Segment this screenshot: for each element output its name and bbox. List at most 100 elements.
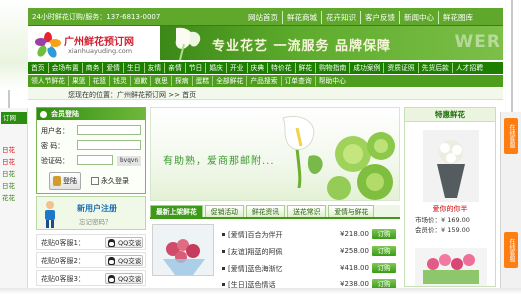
secondary-nav-item[interactable]: 全部鲜花 <box>213 76 248 86</box>
service-label: 花贴0客服2： <box>41 257 85 265</box>
captcha-input[interactable] <box>77 155 113 165</box>
primary-nav-item[interactable]: 首页 <box>28 63 49 73</box>
bullet-icon <box>40 111 47 118</box>
left-panel-link[interactable]: 日花 <box>2 156 15 166</box>
secondary-nav-item[interactable]: 钱灵 <box>110 76 131 86</box>
primary-nav-item[interactable]: 节日 <box>186 63 207 73</box>
qq-chat-button[interactable]: QQ交谈 <box>105 237 143 248</box>
secondary-nav-item[interactable]: 帮助中心 <box>316 76 349 86</box>
login-button[interactable]: 登陆 <box>49 172 81 190</box>
password-input[interactable] <box>77 140 141 150</box>
product-name[interactable]: [友谊]翔蓝的阿佩 <box>228 247 282 257</box>
secondary-nav-item[interactable]: 领人节鲜花 <box>28 76 69 86</box>
promo-banner[interactable]: 有助熟，爱商那邮附... <box>150 107 400 201</box>
logo-domain: xianhuayuding.com <box>68 47 133 55</box>
remember-me[interactable]: 永久登录 <box>91 176 129 186</box>
top-link-mall[interactable]: 鲜花商城 <box>282 11 321 24</box>
primary-nav-item[interactable]: 友情 <box>145 63 166 73</box>
primary-nav-item[interactable]: 亲情 <box>165 63 186 73</box>
captcha-label: 验证码： <box>41 157 69 165</box>
tab-new-arrivals[interactable]: 最新上架鲜花 <box>150 205 203 217</box>
tab-love-flowers[interactable]: 爱情与鲜花 <box>328 205 375 217</box>
online-service-tab[interactable]: 在线客服 <box>504 232 518 268</box>
left-panel-link[interactable]: 日花 <box>2 168 15 178</box>
product-name[interactable]: [爱情]百合为伴开 <box>228 230 282 240</box>
secondary-nav-item[interactable]: 果篮 <box>69 76 90 86</box>
primary-nav-item[interactable]: 商务 <box>83 63 104 73</box>
site-logo[interactable]: 广州鲜花预订网 xianhuayuding.com <box>34 31 154 59</box>
left-panel-link[interactable]: 日花 <box>2 144 15 154</box>
primary-nav-item[interactable]: 购物指南 <box>316 63 351 73</box>
top-link-gallery[interactable]: 鲜花图库 <box>438 11 477 24</box>
forgot-password-link[interactable]: 忘记密码？ <box>79 216 112 226</box>
primary-nav-item[interactable]: 鲜花 <box>296 63 317 73</box>
primary-nav-item[interactable]: 生日 <box>124 63 145 73</box>
qq-icon <box>108 257 115 265</box>
register-link[interactable]: 新用户注册 <box>77 203 117 214</box>
primary-nav: 首页 会场布置 商务 爱情 生日 友情 亲情 节日 婚庆 开业 庆典 特价花 鲜花 购物指南 成功案例 资质证… <box>28 62 503 74</box>
recommended-product-image[interactable] <box>415 248 487 286</box>
secondary-nav-item[interactable]: 道歉 <box>131 76 152 86</box>
remember-checkbox[interactable] <box>91 177 99 185</box>
order-button[interactable]: 订购 <box>372 246 396 256</box>
top-link-knowledge[interactable]: 花卉知识 <box>321 11 360 24</box>
qq-chat-button[interactable]: QQ交谈 <box>105 255 143 266</box>
header-slogan: 专业花艺 一流服务 品牌保障 <box>212 39 392 54</box>
tab-promotions[interactable]: 促销活动 <box>204 205 244 217</box>
primary-nav-item[interactable]: 开业 <box>227 63 248 73</box>
register-box[interactable]: 新用户注册 忘记密码？ <box>36 196 146 230</box>
secondary-nav-item[interactable]: 蛋糕 <box>193 76 214 86</box>
recommended-product-name[interactable]: 爱你的你半 <box>405 204 495 214</box>
tab-flower-news[interactable]: 鲜花资讯 <box>245 205 286 217</box>
bouquet-image <box>423 130 479 202</box>
bullet-icon <box>222 233 225 236</box>
secondary-nav-item[interactable]: 产品搜索 <box>247 76 282 86</box>
bullet-icon <box>222 267 225 270</box>
service-row: 花贴0客服2： QQ交谈 <box>36 252 146 268</box>
primary-nav-item[interactable]: 爱情 <box>103 63 124 73</box>
primary-nav-item[interactable]: 成功案例 <box>350 63 385 73</box>
online-service-tab[interactable]: 在线客服 <box>504 118 518 154</box>
service-row: 花贴0客服1： QQ交谈 <box>36 234 146 250</box>
breadcrumb-bar: 您现在的位置：广州鲜花预订网 >> 首页 <box>28 88 503 100</box>
tab-flower-tips[interactable]: 送花常识 <box>287 205 327 217</box>
left-panel-link[interactable]: 花花 <box>2 192 15 202</box>
login-header: 会员登陆 <box>37 108 145 120</box>
qq-chat-button[interactable]: QQ交谈 <box>105 273 143 284</box>
key-icon <box>53 176 61 186</box>
member-login-panel: 会员登陆 用户名： 密 码： 验证码： bvqvn 登陆 永久登录 <box>36 107 146 194</box>
order-button[interactable]: 订购 <box>372 263 396 273</box>
captcha-image[interactable]: bvqvn <box>117 156 141 166</box>
bullet-icon <box>222 283 225 286</box>
calla-lily-icon <box>175 27 201 60</box>
username-input[interactable] <box>77 125 141 135</box>
secondary-nav-item[interactable]: 花篮 <box>90 76 111 86</box>
primary-nav-item[interactable]: 婚庆 <box>206 63 227 73</box>
top-link-feedback[interactable]: 客户反馈 <box>360 11 399 24</box>
primary-nav-item[interactable]: 庆典 <box>248 63 269 73</box>
secondary-nav-item[interactable]: 订单查询 <box>282 76 316 86</box>
banner-caption: 有助熟，爱商那邮附... <box>163 156 275 167</box>
product-thumbnail[interactable] <box>152 224 214 276</box>
qq-icon <box>108 275 115 283</box>
recommended-product-image[interactable] <box>423 130 479 202</box>
remember-label: 永久登录 <box>101 177 129 185</box>
left-side-panel: 订网 日花 日花 日花 日花 花花 <box>0 108 28 288</box>
top-link-news[interactable]: 新闻中心 <box>399 11 438 24</box>
left-panel-link[interactable]: 日花 <box>2 180 15 190</box>
header-banner: 专业花艺 一流服务 品牌保障 WER <box>160 26 503 60</box>
login-title: 会员登陆 <box>51 110 79 118</box>
primary-nav-item[interactable]: 人才招聘 <box>453 63 486 73</box>
order-button[interactable]: 订购 <box>372 229 396 239</box>
primary-nav-item[interactable]: 资质证照 <box>384 63 419 73</box>
top-link-home[interactable]: 网站首页 <box>244 11 282 24</box>
market-price: 市场价：¥ 169.00 <box>415 216 470 224</box>
primary-nav-item[interactable]: 先货后款 <box>419 63 453 73</box>
primary-nav-item[interactable]: 会场布置 <box>49 63 83 73</box>
primary-nav-item[interactable]: 特价花 <box>268 63 296 73</box>
secondary-nav-item[interactable]: 探病 <box>172 76 193 86</box>
header: 广州鲜花预订网 xianhuayuding.com 专业花艺 一流服务 品牌保障… <box>28 26 503 60</box>
flower-logo-icon <box>35 32 61 58</box>
secondary-nav-item[interactable]: 哀思 <box>151 76 172 86</box>
product-name[interactable]: [爱情]蓝色海渐忆 <box>228 264 282 274</box>
